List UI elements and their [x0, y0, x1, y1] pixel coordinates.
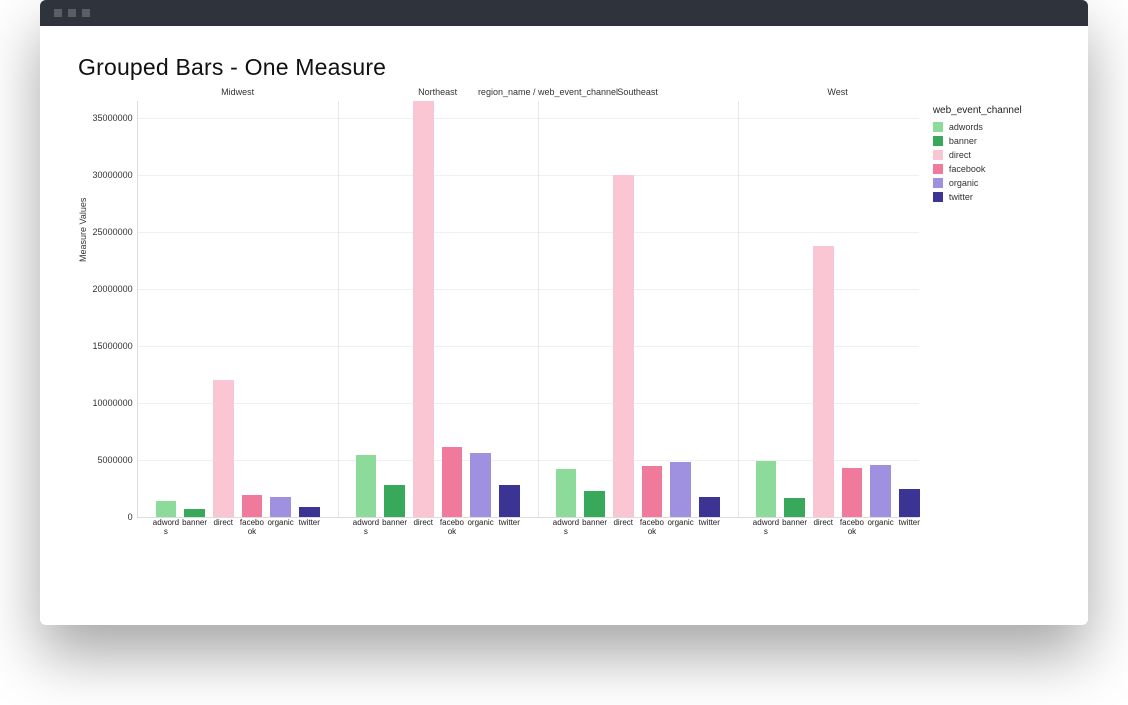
- x-tick-label: organic: [466, 519, 495, 528]
- x-tick-label: direct: [409, 519, 438, 528]
- legend-swatch: [933, 150, 943, 160]
- bar-northeast-adwords[interactable]: [356, 455, 377, 517]
- bar-west-organic[interactable]: [870, 465, 891, 517]
- legend-label: organic: [949, 178, 979, 188]
- x-tick-label: twitter: [295, 519, 324, 528]
- facet-label: Northeast: [338, 87, 538, 97]
- facet-label: Southeast: [538, 87, 738, 97]
- window-control-dot: [54, 9, 62, 17]
- bar-southeast-banner[interactable]: [584, 491, 605, 517]
- legend-item-facebook[interactable]: facebook: [933, 164, 1050, 174]
- window-control-dot: [68, 9, 76, 17]
- x-tick-label: banner: [580, 519, 609, 528]
- plot-area: Midwestadwordsbannerdirectfacebookorgani…: [137, 101, 919, 518]
- page-title: Grouped Bars - One Measure: [78, 54, 1050, 81]
- bar-southeast-twitter[interactable]: [699, 497, 720, 518]
- x-tick-label: direct: [809, 519, 838, 528]
- bar-west-banner[interactable]: [784, 498, 805, 517]
- legend-item-twitter[interactable]: twitter: [933, 192, 1050, 202]
- bar-west-adwords[interactable]: [756, 461, 777, 517]
- bar-midwest-facebook[interactable]: [242, 495, 263, 517]
- content-area: Grouped Bars - One Measure region_name /…: [40, 26, 1088, 552]
- bar-southeast-adwords[interactable]: [556, 469, 577, 517]
- x-tick-label: adwords: [752, 519, 781, 537]
- legend: web_event_channel adwords banner direct fac…: [919, 101, 1050, 518]
- x-tick-label: twitter: [895, 519, 924, 528]
- x-tick-label: direct: [209, 519, 238, 528]
- facet-label: Midwest: [138, 87, 338, 97]
- bar-northeast-twitter[interactable]: [499, 485, 520, 517]
- x-tick-label: organic: [266, 519, 295, 528]
- bar-southeast-facebook[interactable]: [642, 466, 663, 517]
- y-tick-label: 10000000: [93, 398, 133, 408]
- y-tick-label: 25000000: [93, 227, 133, 237]
- bar-northeast-organic[interactable]: [470, 453, 491, 517]
- y-tick-label: 5000000: [98, 455, 133, 465]
- bar-midwest-twitter[interactable]: [299, 507, 320, 517]
- legend-label: direct: [949, 150, 971, 160]
- facet-label: West: [738, 87, 938, 97]
- bar-midwest-banner[interactable]: [184, 509, 205, 517]
- legend-swatch: [933, 122, 943, 132]
- x-tick-label: twitter: [495, 519, 524, 528]
- x-tick-label: banner: [380, 519, 409, 528]
- bar-west-direct[interactable]: [813, 246, 834, 517]
- legend-swatch: [933, 136, 943, 146]
- x-tick-label: banner: [180, 519, 209, 528]
- legend-label: adwords: [949, 122, 983, 132]
- bar-west-twitter[interactable]: [899, 489, 920, 517]
- y-tick-label: 30000000: [93, 170, 133, 180]
- y-axis: 0500000010000000150000002000000025000000…: [92, 101, 137, 518]
- legend-label: facebook: [949, 164, 986, 174]
- x-tick-label: direct: [609, 519, 638, 528]
- x-tick-label: facebook: [238, 519, 267, 537]
- bar-midwest-adwords[interactable]: [156, 501, 177, 517]
- x-tick-label: banner: [780, 519, 809, 528]
- window-control-dot: [82, 9, 90, 17]
- x-tick-label: adwords: [552, 519, 581, 537]
- x-tick-label: facebook: [638, 519, 667, 537]
- legend-title: web_event_channel: [933, 105, 1050, 116]
- app-window: Grouped Bars - One Measure region_name /…: [40, 0, 1088, 625]
- bar-midwest-direct[interactable]: [213, 380, 234, 517]
- legend-label: banner: [949, 136, 977, 146]
- legend-item-banner[interactable]: banner: [933, 136, 1050, 146]
- y-tick-label: 0: [128, 512, 133, 522]
- legend-item-organic[interactable]: organic: [933, 178, 1050, 188]
- x-tick-label: adwords: [152, 519, 181, 537]
- bar-northeast-banner[interactable]: [384, 485, 405, 517]
- chart: Measure Values 0500000010000000150000002…: [78, 101, 1050, 518]
- y-tick-label: 15000000: [93, 341, 133, 351]
- y-tick-label: 20000000: [93, 284, 133, 294]
- legend-item-direct[interactable]: direct: [933, 150, 1050, 160]
- legend-swatch: [933, 178, 943, 188]
- x-tick-label: twitter: [695, 519, 724, 528]
- bar-southeast-direct[interactable]: [613, 175, 634, 517]
- y-tick-label: 35000000: [93, 113, 133, 123]
- bar-midwest-organic[interactable]: [270, 497, 291, 518]
- bar-northeast-direct[interactable]: [413, 101, 434, 517]
- legend-swatch: [933, 164, 943, 174]
- legend-label: twitter: [949, 192, 973, 202]
- legend-item-adwords[interactable]: adwords: [933, 122, 1050, 132]
- bar-west-facebook[interactable]: [842, 468, 863, 517]
- x-tick-label: facebook: [838, 519, 867, 537]
- legend-swatch: [933, 192, 943, 202]
- x-tick-label: facebook: [438, 519, 467, 537]
- bar-northeast-facebook[interactable]: [442, 447, 463, 517]
- y-axis-label: Measure Values: [78, 101, 92, 518]
- x-tick-label: organic: [666, 519, 695, 528]
- window-titlebar: [40, 0, 1088, 26]
- bar-southeast-organic[interactable]: [670, 462, 691, 517]
- x-tick-label: adwords: [352, 519, 381, 537]
- x-tick-label: organic: [866, 519, 895, 528]
